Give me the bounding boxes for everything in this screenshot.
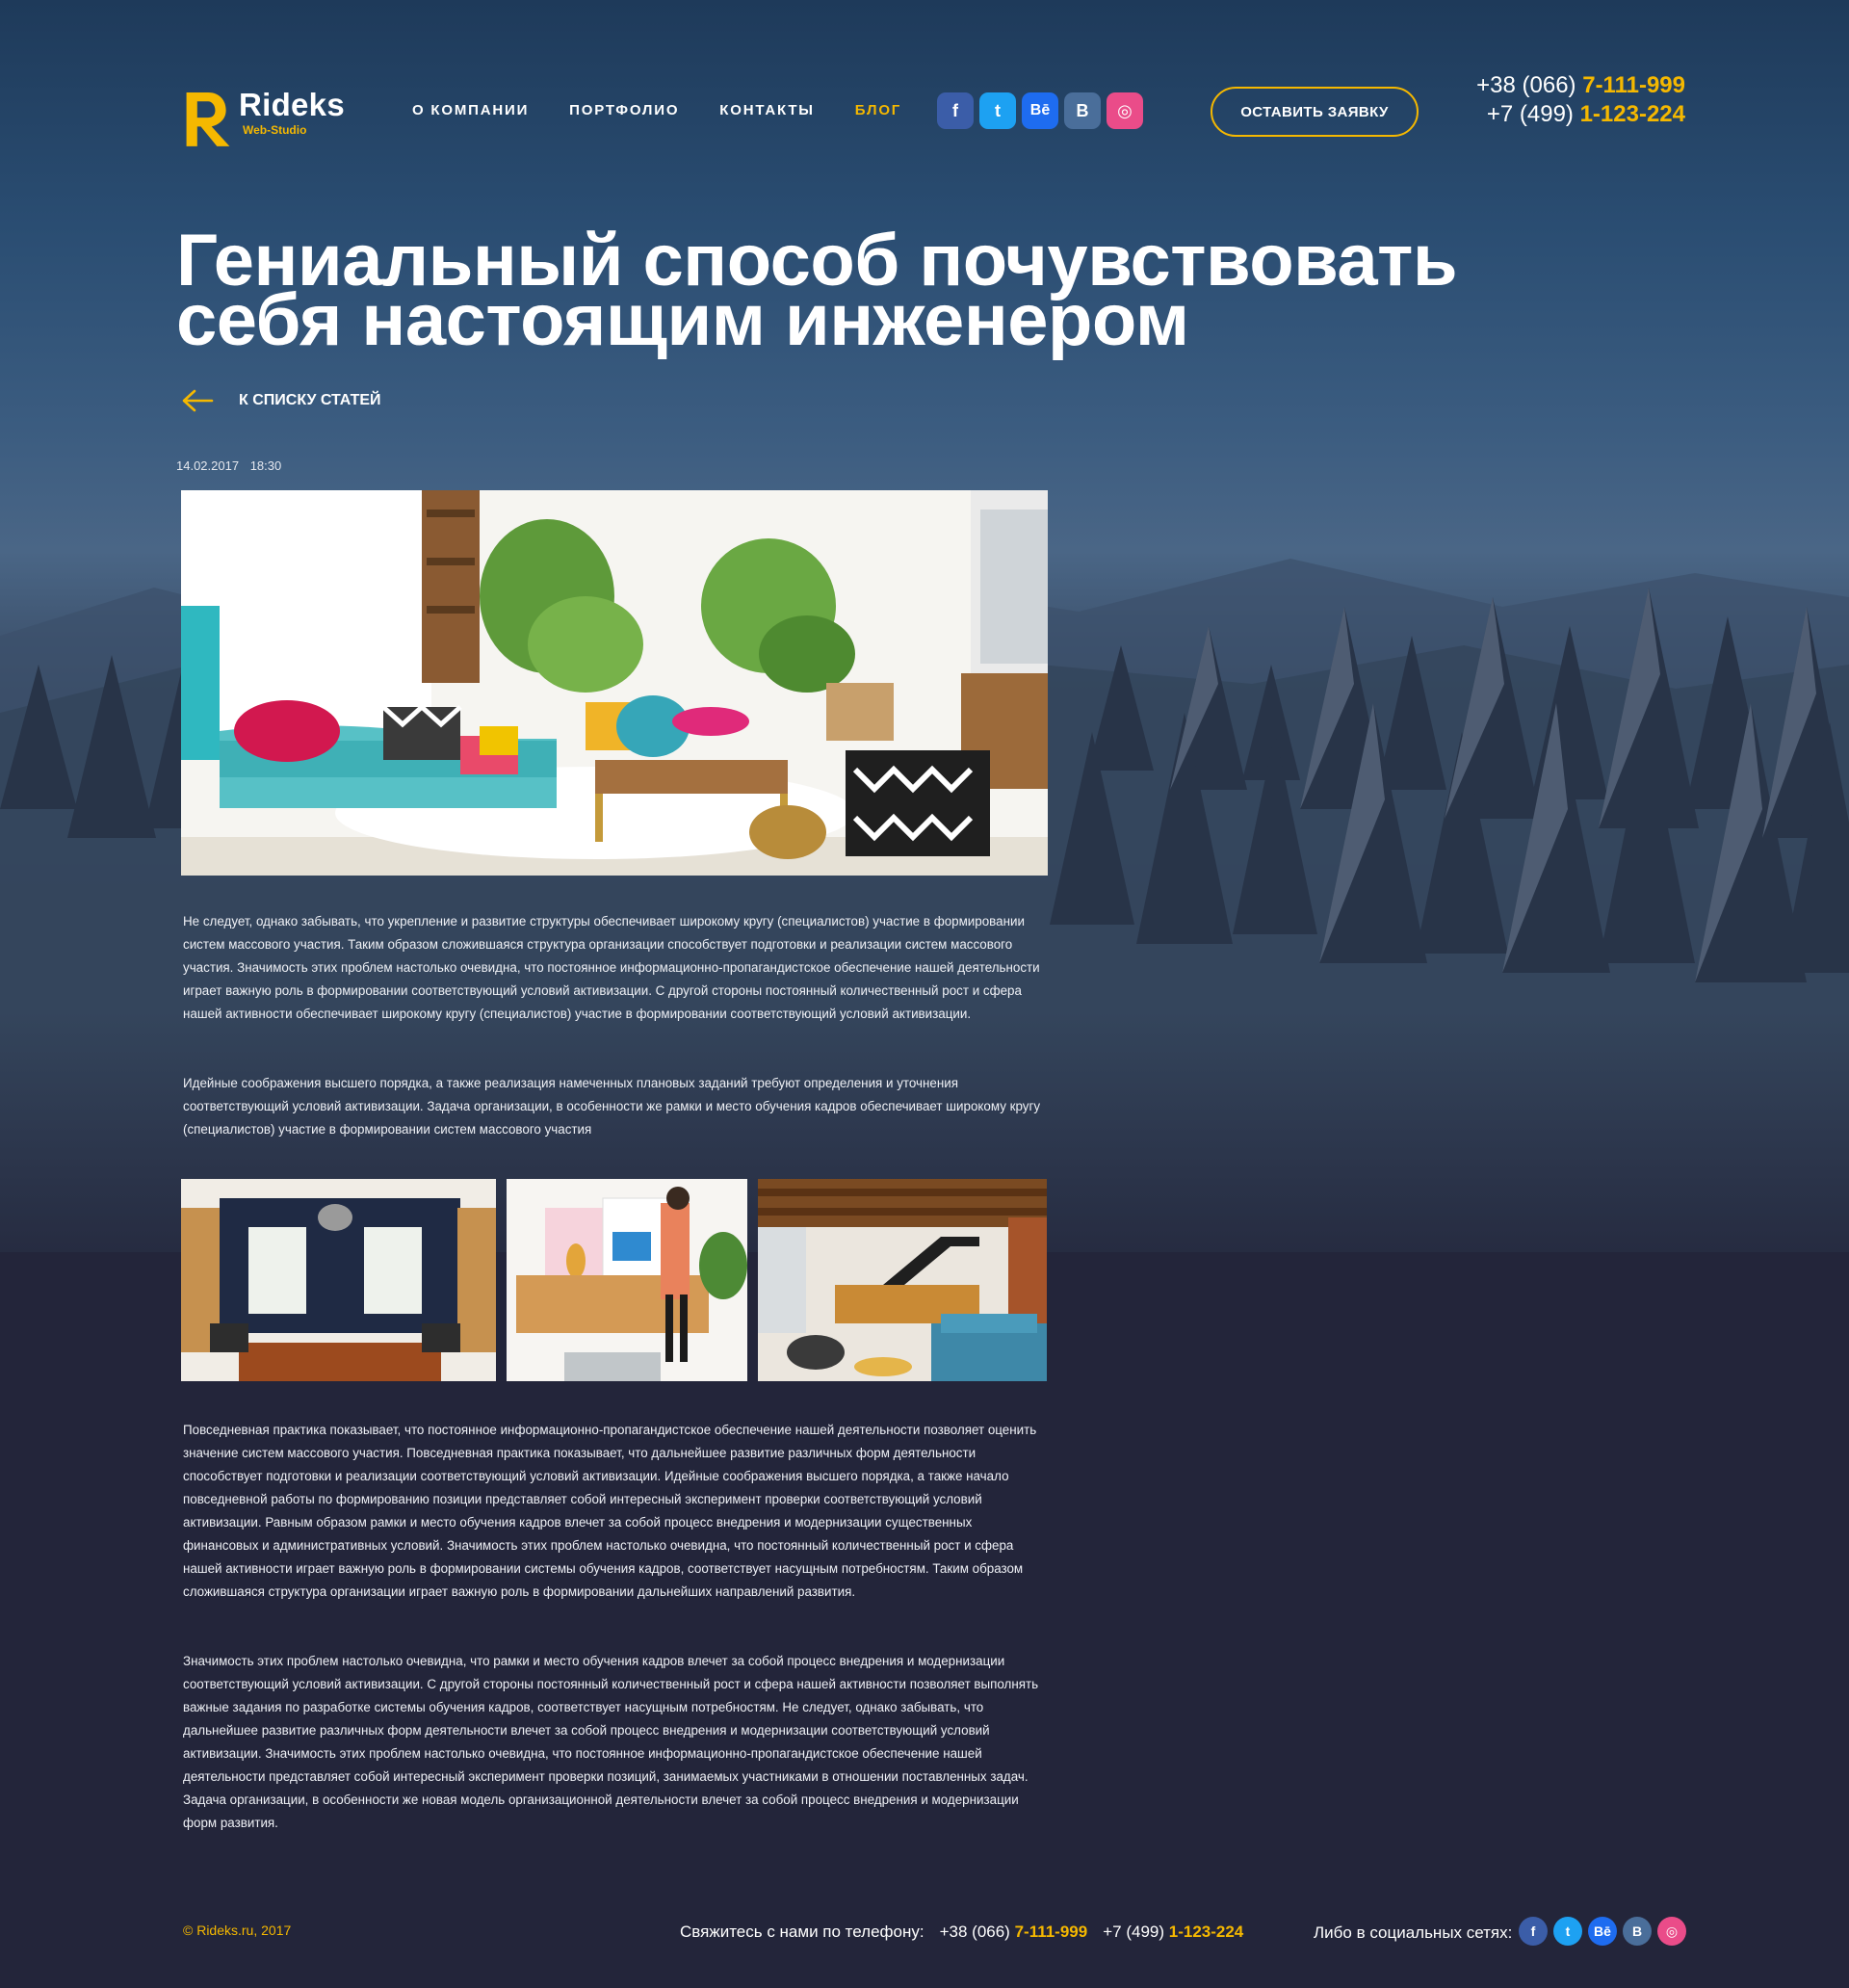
copyright: © Rideks.ru, 2017 (183, 1923, 292, 1938)
brand-name: Rideks (238, 87, 345, 122)
logo-mark-icon (186, 92, 230, 146)
back-to-list-link[interactable]: К списку статей (181, 389, 381, 412)
nav-item-contacts[interactable]: Контакты (719, 102, 814, 118)
twitter-icon[interactable]: t (979, 92, 1016, 129)
footer-phone-ru[interactable]: +7 (499) 1-123-224 (1103, 1923, 1243, 1942)
facebook-icon[interactable]: f (937, 92, 974, 129)
article-date: 14.02.2017 (176, 458, 240, 473)
dribbble-icon[interactable]: ◎ (1107, 92, 1143, 129)
behance-icon[interactable]: Bē (1022, 92, 1058, 129)
twitter-icon[interactable]: t (1553, 1917, 1582, 1946)
vk-icon[interactable]: B (1623, 1917, 1652, 1946)
facebook-icon[interactable]: f (1519, 1917, 1548, 1946)
hero-image (181, 490, 1048, 876)
arrow-left-icon (182, 389, 214, 412)
article-time: 18:30 (249, 458, 282, 473)
back-label: К списку статей (239, 392, 381, 408)
behance-icon[interactable]: Bē (1588, 1917, 1617, 1946)
header-social-links: f t Bē B ◎ (937, 92, 1143, 129)
nav-item-portfolio[interactable]: Портфолио (569, 102, 679, 118)
nav-item-company[interactable]: О компании (412, 102, 529, 118)
article-meta: 14.02.2017 18:30 (176, 458, 289, 473)
article-paragraph: Значимость этих проблем настолько очевид… (183, 1654, 1039, 1830)
brand-logo[interactable]: Rideks Web-Studio (181, 85, 345, 154)
article-paragraph: Идейные соображения высшего порядка, а т… (183, 1076, 1041, 1137)
phone-ru[interactable]: +7 (499) 1-123-224 (1387, 100, 1685, 129)
page-title: Гениальный способ почувствовать себя нас… (176, 220, 1458, 361)
header-phones: +38 (066) 7-111-999 +7 (499) 1-123-224 (1387, 71, 1685, 129)
main-nav: О компании Портфолио Контакты Блог (412, 102, 901, 118)
footer-contact-label: Свяжитесь с нами по телефону: (680, 1923, 924, 1941)
article-paragraph: Не следует, однако забывать, что укрепле… (183, 914, 1040, 1021)
footer-contact: Свяжитесь с нами по телефону: +38 (066) … (680, 1923, 1243, 1942)
brand-subtitle: Web-Studio (242, 123, 307, 137)
footer-phone-ua[interactable]: +38 (066) 7-111-999 (940, 1923, 1088, 1942)
nav-item-blog[interactable]: Блог (855, 102, 901, 118)
vk-icon[interactable]: B (1064, 92, 1101, 129)
gallery-image (758, 1179, 1047, 1381)
gallery-image (507, 1179, 747, 1381)
footer-social-label: Либо в социальных сетях: (1314, 1923, 1513, 1942)
footer-social-links: f t Bē B ◎ (1519, 1917, 1686, 1946)
dribbble-icon[interactable]: ◎ (1657, 1917, 1686, 1946)
article-paragraph: Повседневная практика показывает, что по… (183, 1423, 1037, 1599)
gallery-image (181, 1179, 496, 1381)
phone-ua[interactable]: +38 (066) 7-111-999 (1387, 71, 1685, 100)
